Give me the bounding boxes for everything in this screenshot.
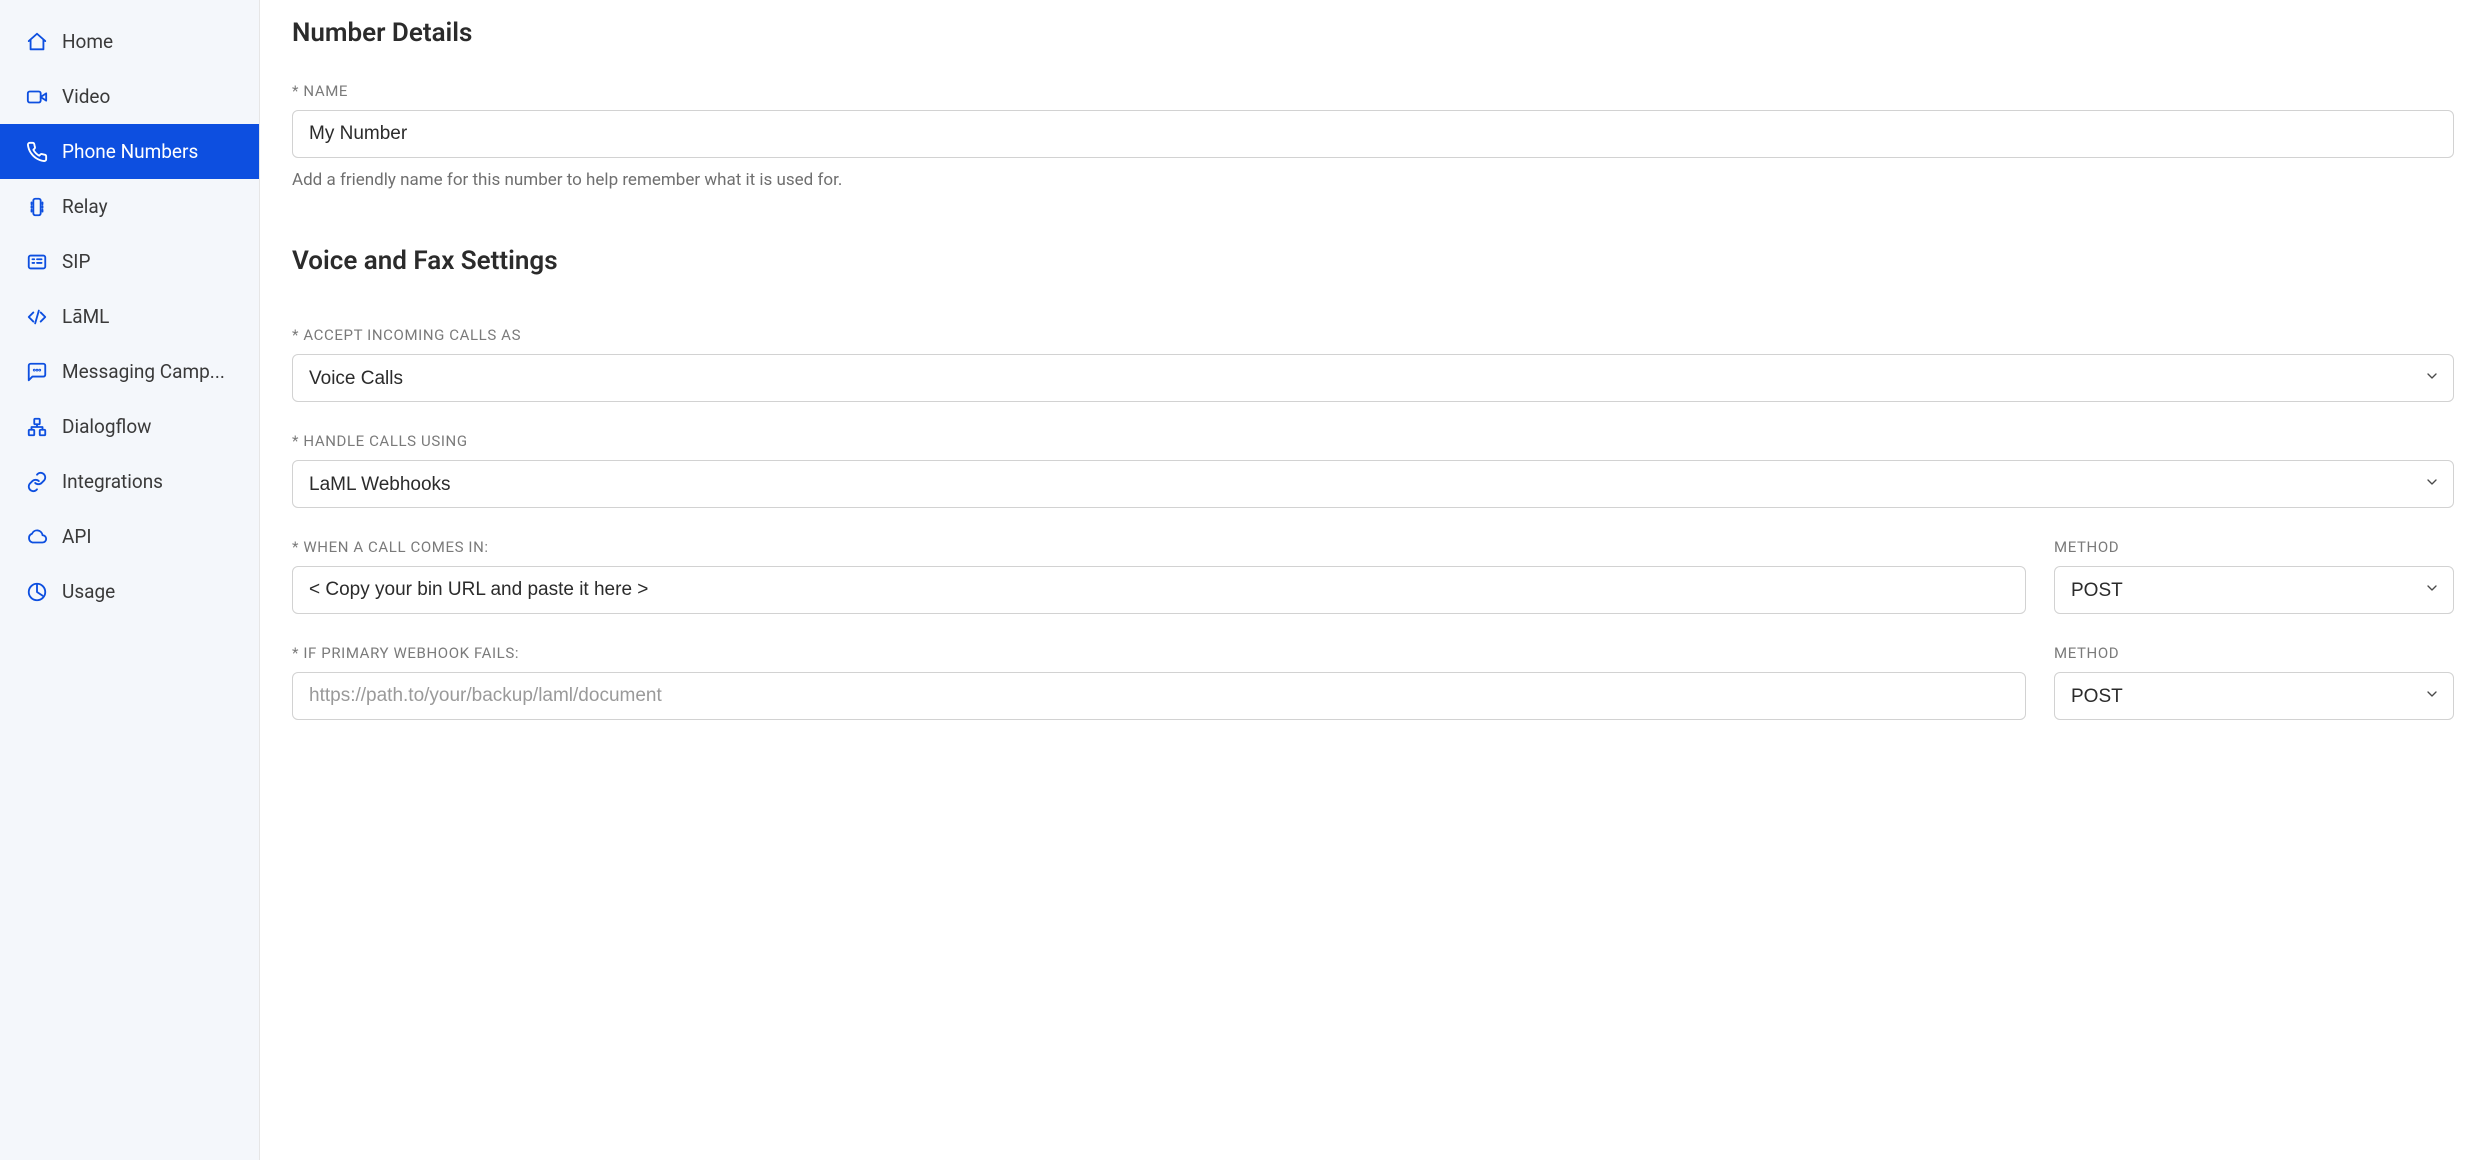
section-title-number-details: Number Details (292, 18, 2454, 48)
method-select-2[interactable]: POST (2054, 672, 2454, 720)
name-field-label: * NAME (292, 82, 2454, 100)
sidebar-item-usage[interactable]: Usage (0, 564, 259, 619)
usage-icon (26, 581, 48, 603)
sidebar-item-label: Phone Numbers (62, 140, 198, 163)
sidebar-item-label: Home (62, 30, 113, 53)
name-help-text: Add a friendly name for this number to h… (292, 170, 2454, 190)
sidebar-item-laml[interactable]: LāML (0, 289, 259, 344)
sidebar-item-messaging-campaigns[interactable]: Messaging Camp... (0, 344, 259, 399)
primary-fail-label: * IF PRIMARY WEBHOOK FAILS: (292, 644, 2026, 662)
section-voice-fax: Voice and Fax Settings * ACCEPT INCOMING… (292, 246, 2454, 720)
sidebar-item-label: SIP (62, 250, 90, 273)
method-label-2: METHOD (2054, 644, 2454, 662)
main-content: Number Details * NAME Add a friendly nam… (260, 0, 2486, 1160)
home-icon (26, 31, 48, 53)
section-title-voice-fax: Voice and Fax Settings (292, 246, 2454, 276)
cloud-icon (26, 526, 48, 548)
link-icon (26, 471, 48, 493)
sidebar-item-integrations[interactable]: Integrations (0, 454, 259, 509)
sidebar-item-home[interactable]: Home (0, 14, 259, 69)
sidebar-item-label: API (62, 525, 92, 548)
sidebar-item-label: Integrations (62, 470, 163, 493)
call-comes-in-label: * WHEN A CALL COMES IN: (292, 538, 2026, 556)
dialogflow-icon (26, 416, 48, 438)
sidebar-item-label: Video (62, 85, 110, 108)
method-label-1: METHOD (2054, 538, 2454, 556)
video-icon (26, 86, 48, 108)
sidebar-item-phone-numbers[interactable]: Phone Numbers (0, 124, 259, 179)
section-number-details: Number Details * NAME Add a friendly nam… (292, 18, 2454, 190)
sidebar-item-video[interactable]: Video (0, 69, 259, 124)
sidebar-item-label: Dialogflow (62, 415, 151, 438)
handle-calls-label: * HANDLE CALLS USING (292, 432, 2454, 450)
method-select-1[interactable]: POST (2054, 566, 2454, 614)
message-icon (26, 361, 48, 383)
call-comes-in-input[interactable] (292, 566, 2026, 614)
sidebar-item-relay[interactable]: Relay (0, 179, 259, 234)
phone-icon (26, 141, 48, 163)
sidebar-item-dialogflow[interactable]: Dialogflow (0, 399, 259, 454)
sidebar-item-api[interactable]: API (0, 509, 259, 564)
sidebar-item-sip[interactable]: SIP (0, 234, 259, 289)
sidebar-item-label: Messaging Camp... (62, 360, 225, 383)
sidebar: Home Video Phone Numbers Relay SIP LāML (0, 0, 260, 1160)
accept-calls-select[interactable]: Voice Calls (292, 354, 2454, 402)
sidebar-item-label: LāML (62, 305, 109, 328)
primary-fail-input[interactable] (292, 672, 2026, 720)
sip-icon (26, 251, 48, 273)
code-icon (26, 306, 48, 328)
accept-calls-label: * ACCEPT INCOMING CALLS AS (292, 326, 2454, 344)
relay-icon (26, 196, 48, 218)
handle-calls-select[interactable]: LaML Webhooks (292, 460, 2454, 508)
sidebar-item-label: Usage (62, 580, 115, 603)
name-input[interactable] (292, 110, 2454, 158)
sidebar-item-label: Relay (62, 195, 108, 218)
